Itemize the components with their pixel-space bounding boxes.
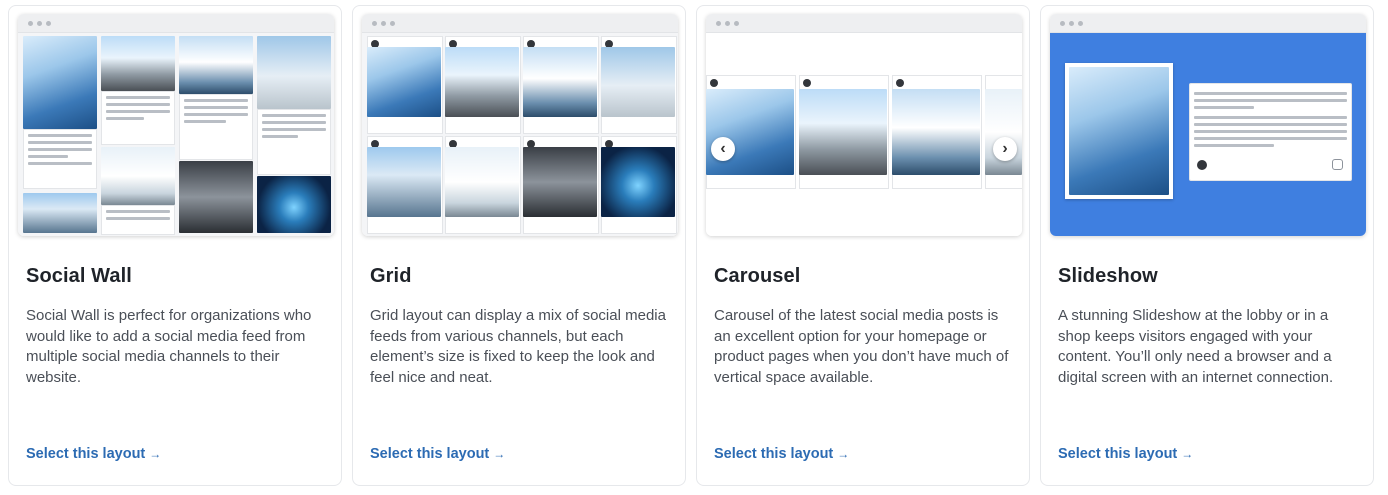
layout-card-grid[interactable]: Grid Grid layout can display a mix of so…: [352, 5, 686, 486]
arrow-right-icon: →: [149, 447, 162, 461]
layout-title: Social Wall: [26, 265, 132, 287]
chevron-left-icon: ‹: [720, 140, 726, 157]
social-wall-preview[interactable]: [18, 14, 334, 236]
select-layout-link[interactable]: Select this layout →: [370, 446, 505, 462]
grid-preview-image: [362, 33, 678, 236]
carousel-preview[interactable]: ‹ ›: [706, 14, 1022, 236]
browser-bar: [706, 14, 1022, 33]
chevron-right-icon: ›: [1002, 140, 1008, 157]
layout-card-slideshow[interactable]: Slideshow A stunning Slideshow at the lo…: [1040, 5, 1374, 486]
select-layout-link[interactable]: Select this layout →: [1058, 446, 1193, 462]
carousel-preview-image: [706, 33, 1022, 236]
select-layout-link[interactable]: Select this layout →: [26, 446, 161, 462]
slideshow-preview[interactable]: [1050, 14, 1366, 236]
layout-description: Carousel of the latest social media post…: [714, 307, 1009, 386]
layout-description: Social Wall is perfect for organizations…: [26, 307, 312, 386]
select-layout-link[interactable]: Select this layout →: [714, 446, 849, 462]
layout-title: Grid: [370, 265, 412, 287]
carousel-prev-button[interactable]: ‹: [711, 137, 735, 161]
layout-title: Carousel: [714, 265, 801, 287]
grid-preview[interactable]: [362, 14, 678, 236]
layout-description: Grid layout can display a mix of social …: [370, 307, 666, 386]
arrow-right-icon: →: [493, 447, 506, 461]
layout-cards: Social Wall Social Wall is perfect for o…: [8, 5, 1380, 487]
browser-bar: [362, 14, 678, 33]
browser-bar: [1050, 14, 1366, 33]
social-wall-preview-image: [18, 33, 334, 236]
layout-description: A stunning Slideshow at the lobby or in …: [1058, 307, 1334, 386]
arrow-right-icon: →: [1181, 447, 1194, 461]
arrow-right-icon: →: [837, 447, 850, 461]
slideshow-preview-image: [1050, 33, 1366, 236]
layout-title: Slideshow: [1058, 265, 1158, 287]
carousel-next-button[interactable]: ›: [993, 137, 1017, 161]
layout-card-social-wall[interactable]: Social Wall Social Wall is perfect for o…: [8, 5, 342, 486]
browser-bar: [18, 14, 334, 33]
layout-card-carousel[interactable]: ‹ › Carousel Carousel of the latest soci…: [696, 5, 1030, 486]
